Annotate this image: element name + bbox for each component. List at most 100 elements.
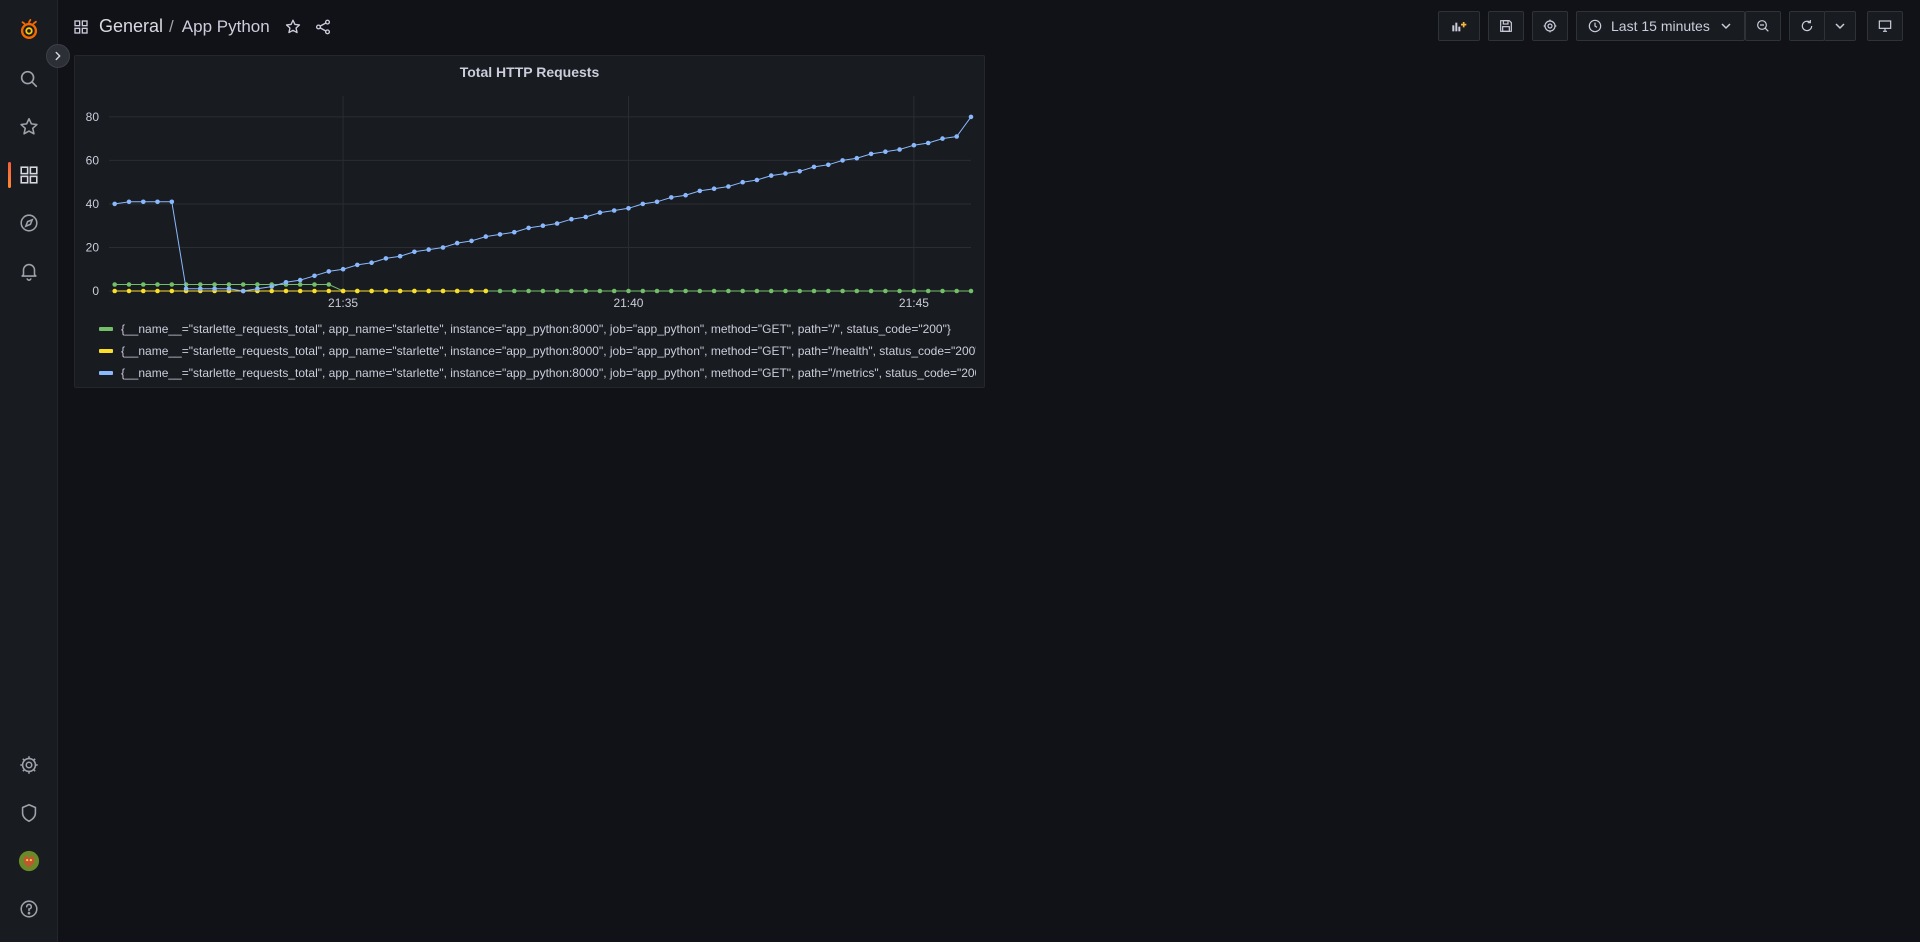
data-point	[569, 288, 574, 294]
data-point	[654, 199, 660, 205]
data-point	[597, 210, 603, 215]
folder-link[interactable]: General	[99, 16, 163, 37]
data-point	[226, 286, 232, 292]
data-point	[940, 288, 945, 294]
data-point	[740, 179, 745, 185]
save-icon	[1500, 20, 1512, 32]
data-point	[940, 136, 945, 141]
data-point	[426, 288, 432, 294]
data-point	[611, 208, 617, 213]
data-point	[697, 288, 703, 294]
side-menu	[0, 0, 58, 942]
help-icon[interactable]	[0, 889, 57, 929]
zoom-out-icon	[1757, 20, 1769, 32]
explore-icon[interactable]	[0, 203, 57, 243]
data-point	[783, 288, 788, 294]
monitor-icon	[1878, 20, 1892, 32]
legend-label: {__name__="starlette_requests_total", ap…	[121, 322, 951, 336]
search-icon[interactable]	[0, 59, 57, 99]
shield-icon[interactable]	[0, 793, 57, 833]
data-point	[312, 282, 317, 287]
data-point	[754, 177, 760, 183]
data-point	[426, 247, 432, 252]
data-point	[141, 288, 146, 294]
data-point	[312, 273, 317, 279]
data-point	[469, 288, 474, 294]
data-point	[112, 282, 117, 287]
data-point	[826, 162, 831, 168]
data-point	[483, 288, 489, 294]
y-tick-label: 40	[86, 197, 100, 211]
data-point	[683, 288, 688, 294]
data-point	[141, 199, 146, 205]
data-point	[911, 288, 917, 294]
data-point	[797, 288, 802, 294]
data-point	[169, 288, 175, 294]
data-point	[141, 282, 146, 287]
x-tick-label: 21:35	[328, 296, 358, 310]
breadcrumb-separator: /	[169, 16, 174, 36]
mark-favorite-button[interactable]	[284, 18, 302, 36]
y-tick-label: 60	[86, 153, 100, 167]
data-point	[397, 288, 403, 294]
data-point	[597, 288, 603, 294]
data-point	[297, 277, 303, 283]
data-point	[355, 262, 360, 268]
time-range-picker[interactable]: Last 15 minutes	[1576, 11, 1745, 41]
time-series-chart[interactable]: 0 20 40 60 80 21:35 21:40 21:45	[75, 56, 984, 316]
data-point	[198, 286, 203, 292]
data-point	[155, 288, 160, 294]
data-point	[968, 114, 974, 120]
alerting-bell-icon[interactable]	[0, 251, 57, 291]
data-point	[883, 288, 888, 294]
chevron-down-icon	[1835, 23, 1845, 30]
data-point	[711, 288, 717, 294]
data-point	[583, 288, 588, 294]
data-point	[669, 195, 674, 200]
save-dashboard-button[interactable]	[1488, 11, 1524, 41]
legend-item[interactable]: {__name__="starlette_requests_total", ap…	[99, 340, 976, 362]
settings-gear-icon[interactable]	[0, 745, 57, 785]
data-point	[269, 284, 274, 289]
legend-item[interactable]: {__name__="starlette_requests_total", ap…	[99, 362, 976, 384]
data-point	[526, 225, 531, 231]
legend-label: {__name__="starlette_requests_total", ap…	[121, 344, 976, 358]
data-point	[183, 286, 189, 292]
data-point	[683, 192, 688, 198]
data-point	[440, 245, 446, 250]
user-avatar[interactable]	[0, 841, 57, 881]
y-tick-label: 80	[86, 110, 100, 124]
dashboards-icon[interactable]	[0, 155, 57, 195]
tv-mode-button[interactable]	[1867, 11, 1903, 41]
zoom-out-button[interactable]	[1745, 11, 1781, 41]
refresh-button[interactable]	[1789, 11, 1825, 41]
legend-swatch	[99, 349, 113, 353]
share-dashboard-button[interactable]	[314, 18, 332, 36]
panel-total-http-requests[interactable]: Total HTTP Requests 0 20 40 60 80 21:35 21:40 2…	[74, 55, 985, 388]
time-range-label: Last 15 minutes	[1611, 18, 1710, 34]
x-tick-label: 21:45	[899, 296, 929, 310]
data-point	[611, 288, 617, 294]
data-point	[326, 288, 332, 294]
data-point	[512, 229, 517, 235]
data-point	[540, 288, 546, 294]
starred-icon[interactable]	[0, 107, 57, 147]
dashboard-title[interactable]: App Python	[182, 17, 270, 37]
refresh-interval-dropdown[interactable]	[1824, 11, 1856, 41]
data-point	[811, 288, 817, 294]
data-point	[240, 288, 246, 294]
data-point	[897, 288, 902, 294]
data-point	[255, 286, 260, 292]
add-panel-button[interactable]	[1438, 11, 1480, 41]
legend-item[interactable]: {__name__="starlette_requests_total", ap…	[99, 318, 976, 340]
clock-icon	[1588, 19, 1602, 33]
data-point	[911, 142, 917, 148]
data-point	[883, 149, 888, 154]
dashboard-settings-button[interactable]	[1532, 11, 1568, 41]
data-point	[840, 288, 845, 294]
expand-menu-button[interactable]	[46, 44, 70, 68]
data-point	[283, 280, 289, 285]
data-point	[512, 288, 517, 294]
data-point	[569, 216, 574, 222]
grafana-logo-icon[interactable]	[0, 10, 57, 50]
